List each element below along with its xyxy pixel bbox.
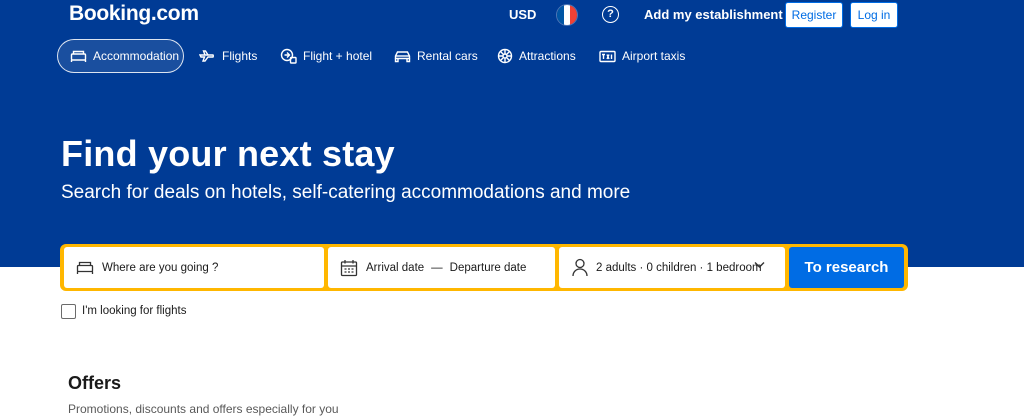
chevron-down-icon bbox=[754, 262, 765, 268]
taxi-icon bbox=[599, 50, 616, 62]
arrival-date: Arrival date bbox=[366, 261, 425, 274]
nav-rental-cars[interactable]: Rental cars bbox=[394, 39, 478, 73]
departure-date: Departure date bbox=[449, 261, 527, 274]
nav-attractions-label: Attractions bbox=[519, 49, 576, 63]
calendar-icon bbox=[340, 259, 358, 276]
attractions-icon bbox=[497, 48, 513, 64]
page-title: Find your next stay bbox=[61, 133, 395, 174]
question-circle-icon[interactable]: ? bbox=[602, 6, 619, 23]
nav-airport-taxis-label: Airport taxis bbox=[622, 49, 686, 63]
login-button[interactable]: Log in bbox=[850, 2, 898, 28]
date-separator: — bbox=[431, 261, 443, 274]
add-establishment-link[interactable]: Add my establishment bbox=[644, 7, 783, 22]
flights-checkbox-label[interactable]: I'm looking for flights bbox=[82, 305, 186, 317]
bed-icon bbox=[70, 50, 87, 62]
offers-title: Offers bbox=[68, 373, 122, 393]
destination-placeholder: Where are you going ? bbox=[102, 261, 219, 274]
bed-icon bbox=[76, 261, 94, 274]
nav-flights[interactable]: Flights bbox=[199, 39, 257, 73]
nav-accommodation-label: Accommodation bbox=[93, 49, 180, 63]
register-button[interactable]: Register bbox=[785, 2, 843, 28]
booking-logo[interactable]: Booking.com bbox=[69, 2, 199, 26]
nav-rental-cars-label: Rental cars bbox=[417, 49, 478, 63]
nav-flight-hotel[interactable]: Flight + hotel bbox=[280, 39, 372, 73]
flights-checkbox[interactable] bbox=[61, 304, 76, 319]
plane-hotel-icon bbox=[280, 48, 297, 64]
destination-input[interactable]: Where are you going ? bbox=[64, 247, 324, 288]
nav-flights-label: Flights bbox=[222, 49, 258, 63]
guests-selector[interactable]: 2 adults · 0 children · 1 bedroom bbox=[559, 247, 785, 288]
plane-icon bbox=[199, 50, 214, 62]
car-icon bbox=[394, 50, 411, 62]
search-bar: Where are you going ? Arrival date — Dep… bbox=[60, 244, 908, 291]
page-subtitle: Search for deals on hotels, self-caterin… bbox=[61, 182, 631, 203]
nav-airport-taxis[interactable]: Airport taxis bbox=[599, 39, 685, 73]
nav-accommodation[interactable]: Accommodation bbox=[57, 39, 184, 73]
nav-flight-hotel-label: Flight + hotel bbox=[303, 49, 373, 63]
date-picker[interactable]: Arrival date — Departure date bbox=[328, 247, 555, 288]
search-button[interactable]: To research bbox=[789, 247, 904, 288]
guests-summary: 2 adults · 0 children · 1 bedroom bbox=[596, 261, 762, 274]
france-flag-icon[interactable] bbox=[557, 5, 577, 25]
currency-selector[interactable]: USD bbox=[509, 7, 536, 22]
nav-attractions[interactable]: Attractions bbox=[497, 39, 576, 73]
offers-subtitle: Promotions, discounts and offers especia… bbox=[68, 402, 339, 416]
person-icon bbox=[572, 258, 588, 277]
